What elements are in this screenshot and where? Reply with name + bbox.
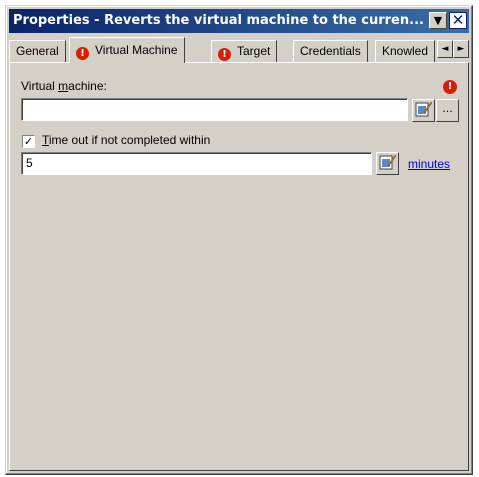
dropdown-button[interactable]: ▼: [429, 12, 447, 29]
tab-label: Virtual Machine: [95, 43, 178, 57]
arrow-right-icon: ►: [457, 44, 465, 54]
properties-window: Properties - Reverts the virtual machine…: [5, 5, 473, 475]
tab-general[interactable]: General: [9, 40, 66, 62]
tab-label: General: [16, 44, 59, 58]
browse-button[interactable]: ...: [436, 99, 459, 122]
vm-select-button[interactable]: [412, 99, 435, 122]
label-text: achine:: [68, 79, 107, 93]
title-bar[interactable]: Properties - Reverts the virtual machine…: [9, 9, 469, 33]
tab-credentials[interactable]: Credentials: [293, 40, 368, 62]
tab-target[interactable]: ! Target: [211, 40, 278, 62]
close-icon: ✕: [451, 11, 465, 29]
timeout-checkbox[interactable]: ✓: [22, 135, 35, 148]
tab-virtual-machine[interactable]: ! Virtual Machine: [69, 37, 185, 63]
tab-label: Target: [237, 44, 271, 58]
tab-panel: Virtual machine: ! ... ✓ Time out if not…: [9, 62, 469, 471]
minutes-link[interactable]: minutes: [408, 157, 450, 171]
tab-label: Knowled: [382, 44, 429, 58]
close-button[interactable]: ✕: [449, 12, 467, 29]
tab-label: Credentials: [300, 44, 361, 58]
edit-picker-icon: [415, 101, 432, 117]
error-icon: !: [443, 80, 457, 94]
timeout-label: Time out if not completed within: [42, 133, 210, 147]
label-text: Virtual: [21, 79, 59, 93]
label-text: ime out if not completed within: [48, 133, 211, 147]
dropdown-arrow-icon: ▼: [433, 14, 443, 27]
tab-scroll-right-button[interactable]: ►: [453, 40, 469, 58]
arrow-left-icon: ◄: [441, 44, 449, 54]
warning-icon: !: [218, 48, 231, 61]
edit-picker-icon: [379, 154, 396, 170]
label-mnemonic: T: [42, 133, 49, 147]
window-title: Properties - Reverts the virtual machine…: [13, 13, 424, 28]
timeout-input[interactable]: 5: [21, 152, 372, 175]
browse-label: ...: [442, 102, 453, 115]
tab-strip: General ! Virtual Machine ! Target Credent…: [9, 37, 469, 63]
virtual-machine-input[interactable]: [21, 98, 408, 121]
tab-knowledge[interactable]: Knowled: [375, 40, 435, 62]
timeout-select-button[interactable]: [376, 152, 399, 175]
virtual-machine-label: Virtual machine:: [21, 79, 107, 93]
tab-scroll-left-button[interactable]: ◄: [437, 40, 453, 58]
label-mnemonic: m: [58, 79, 69, 93]
warning-icon: !: [76, 47, 89, 60]
